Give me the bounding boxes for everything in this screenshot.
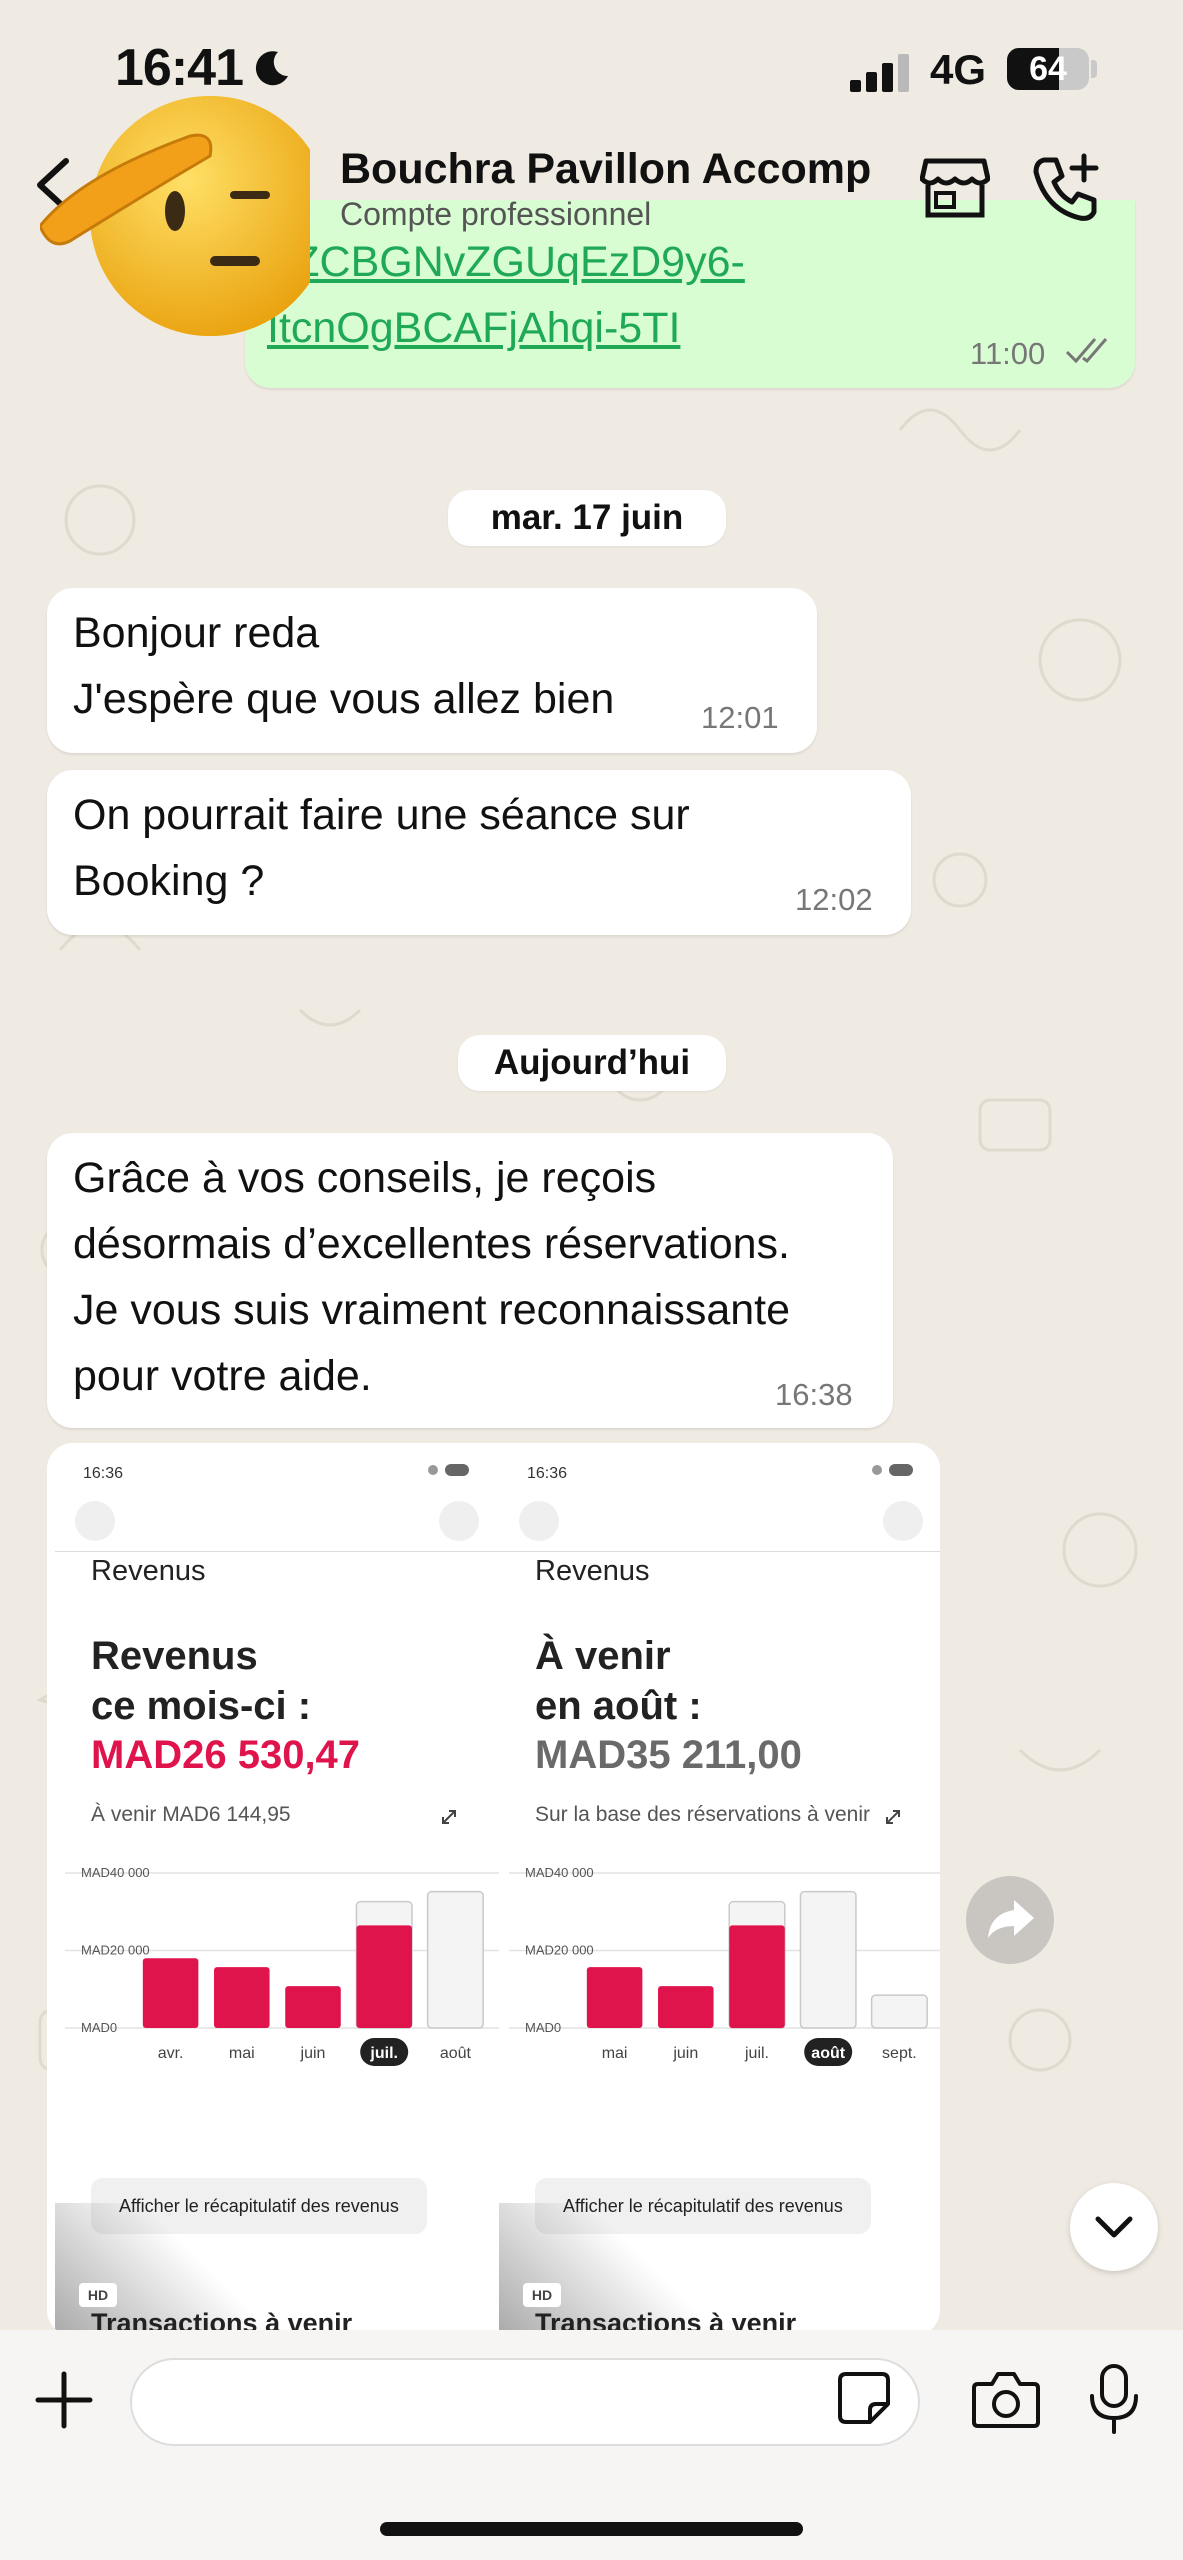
bar-upcoming [426,1890,484,2029]
bar-earned [285,1986,341,2028]
y-tick-label: MAD0 [81,2020,117,2035]
microphone-icon[interactable] [1086,2362,1142,2436]
screenshot-divider [55,1551,499,1552]
add-call-icon[interactable] [1030,152,1102,224]
screenshot-back-icon [519,1501,559,1541]
image-message[interactable]: 16:36 Revenus Revenus ce mois-ci : MAD26… [47,1443,940,2336]
incoming-message[interactable]: On pourrait faire une séance sur Booking… [47,770,911,935]
y-tick-label: MAD20 000 [525,1943,594,1958]
bar-upcoming [870,1994,928,2029]
screenshot-gear-icon [883,1501,923,1541]
x-tick-label: juil. [744,2045,769,2062]
screenshot-status-icons [872,1464,913,1476]
screenshot-headline: À venir en août : [535,1634,702,1728]
screenshot-headline: Revenus ce mois-ci : [91,1634,312,1728]
bar-earned [356,1925,412,2028]
y-tick-label: MAD40 000 [81,1865,150,1880]
screenshot-right[interactable]: 16:36 Revenus À venir en août : MAD35 21… [499,1443,940,2336]
date-separator: mar. 17 juin [448,490,726,546]
forward-arrow-icon [988,1900,1034,1938]
message-text: Bonjour reda J'espère que vous allez bie… [73,609,615,723]
scroll-to-bottom-button[interactable] [1070,2183,1158,2271]
bar-earned [214,1967,270,2028]
network-type: 4G [930,46,987,93]
x-tick-label: mai [602,2045,628,2062]
read-receipt-icon [1065,338,1108,364]
message-text: On pourrait faire une séance sur Booking… [73,791,690,905]
hd-badge: HD [523,2283,561,2307]
bar-earned [142,1958,199,2028]
plus-attach-icon[interactable] [34,2370,94,2430]
expand-icon [886,1810,900,1824]
chevron-down-icon [1095,2216,1133,2238]
x-tick-label: mai [229,2045,255,2062]
screenshot-gear-icon [439,1501,479,1541]
battery-nub [1091,60,1097,78]
screenshot-section-title: Revenus [91,1555,206,1587]
battery-icon: 64 [1007,48,1089,90]
revenue-bar-chart: MAD40 000 MAD20 000 MAD0 mai juin juil. août se… [509,1865,940,2066]
y-tick-label: MAD40 000 [525,1865,594,1880]
hd-badge: HD [79,2283,117,2307]
revenue-bar-chart: MAD40 000 MAD20 000 MAD0 avr. mai juin juil. ao… [65,1865,499,2066]
x-tick-label: juin [300,2045,326,2062]
contact-name[interactable]: Bouchra Pavillon Accomp [340,145,871,194]
screenshot-amount: MAD35 211,00 [535,1733,802,1777]
message-text: Grâce à vos conseils, je reçois désormai… [73,1154,791,1400]
message-time: 11:00 [970,336,1046,371]
home-indicator [380,2522,803,2536]
incoming-message[interactable]: Bonjour reda J'espère que vous allez bie… [47,588,817,753]
date-separator: Aujourd’hui [458,1035,726,1091]
screenshot-status-time: 16:36 [83,1465,124,1482]
x-tick-label: juil. [369,2045,398,2062]
link-text-line-2[interactable]: ItcnOgBCAFjAhqi-5TI [267,304,680,353]
contact-avatar-saluting-emoji[interactable] [40,96,310,336]
screenshot-section-title: Revenus [535,1555,650,1587]
message-time: 16:38 [775,1377,853,1412]
screenshot-note: À venir MAD6 144,95 [91,1803,291,1826]
sticker-icon[interactable] [836,2370,892,2426]
screenshot-divider [499,1551,940,1552]
expand-icon [442,1810,456,1824]
do-not-disturb-moon-icon [255,51,288,86]
screenshot-status-time: 16:36 [527,1465,568,1482]
x-tick-label: sept. [882,2045,917,2062]
bar-earned [658,1986,714,2028]
screenshot-status-icons [428,1464,469,1476]
message-time: 12:01 [701,700,779,735]
status-time: 16:41 [115,39,244,97]
x-tick-label: avr. [158,2045,184,2062]
message-input[interactable] [130,2358,920,2446]
incoming-message[interactable]: Grâce à vos conseils, je reçois désormai… [47,1133,893,1428]
y-tick-label: MAD0 [525,2020,561,2035]
bar-earned [586,1967,643,2028]
camera-icon[interactable] [972,2368,1040,2430]
contact-subtitle[interactable]: Compte professionnel [340,196,651,233]
bar-earned [729,1925,785,2028]
screenshot-note: Sur la base des réservations à venir [535,1803,871,1826]
x-tick-label: juin [672,2045,698,2062]
cellular-signal-icon [850,54,909,92]
forward-button[interactable] [966,1876,1054,1964]
screenshot-back-icon [75,1501,115,1541]
x-tick-label: août [440,2045,472,2062]
x-tick-label: août [811,2045,845,2062]
battery-level: 64 [1029,50,1067,88]
bar-upcoming [799,1890,857,2029]
message-time: 12:02 [795,882,873,917]
screenshot-left[interactable]: 16:36 Revenus Revenus ce mois-ci : MAD26… [55,1443,499,2336]
screenshot-amount: MAD26 530,47 [91,1733,361,1777]
business-store-icon[interactable] [920,155,990,220]
y-tick-label: MAD20 000 [81,1943,150,1958]
